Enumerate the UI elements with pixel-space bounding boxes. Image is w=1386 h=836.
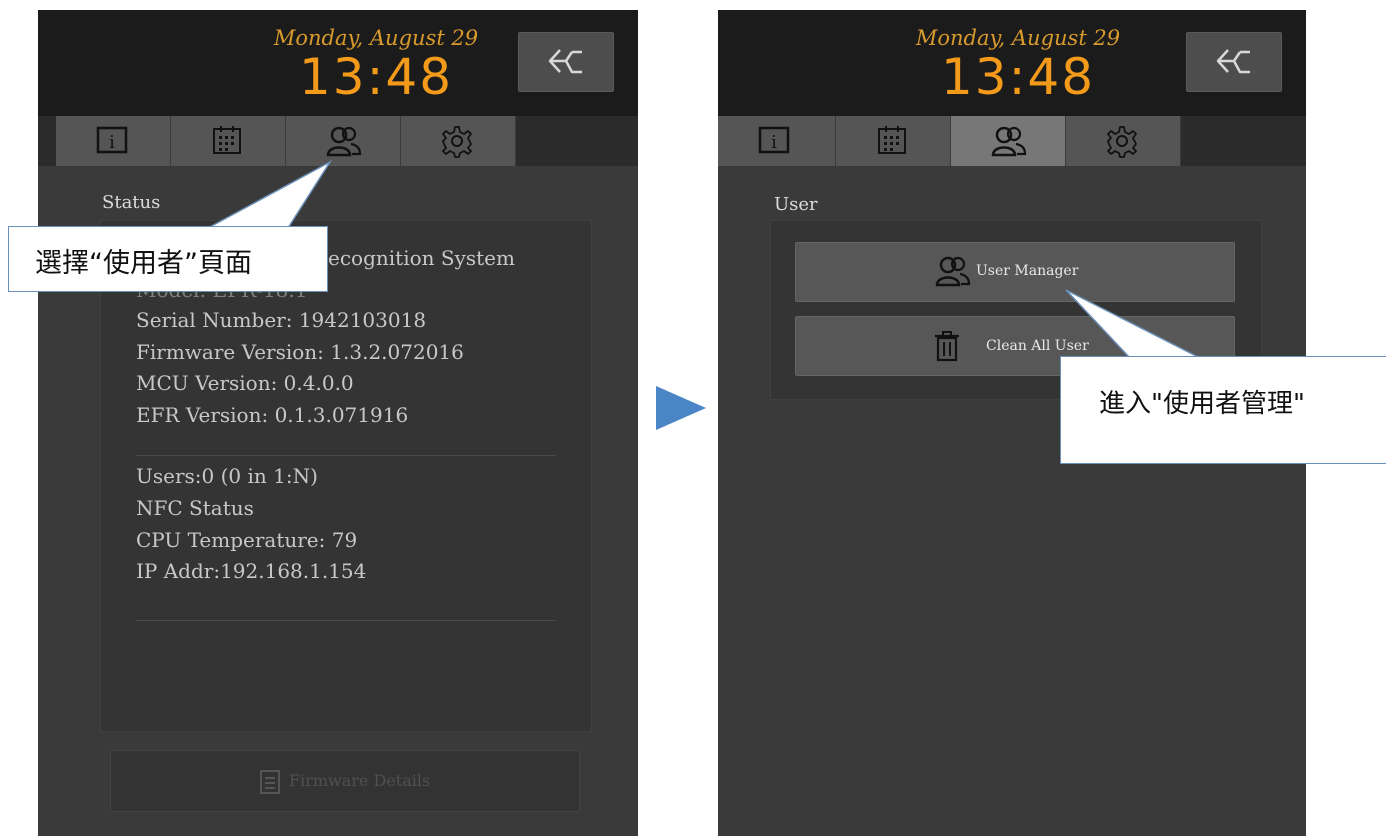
callout-enter-user-manager: 進入"使用者管理" [1060,356,1386,464]
callout-right-text: 進入"使用者管理" [1099,389,1305,419]
